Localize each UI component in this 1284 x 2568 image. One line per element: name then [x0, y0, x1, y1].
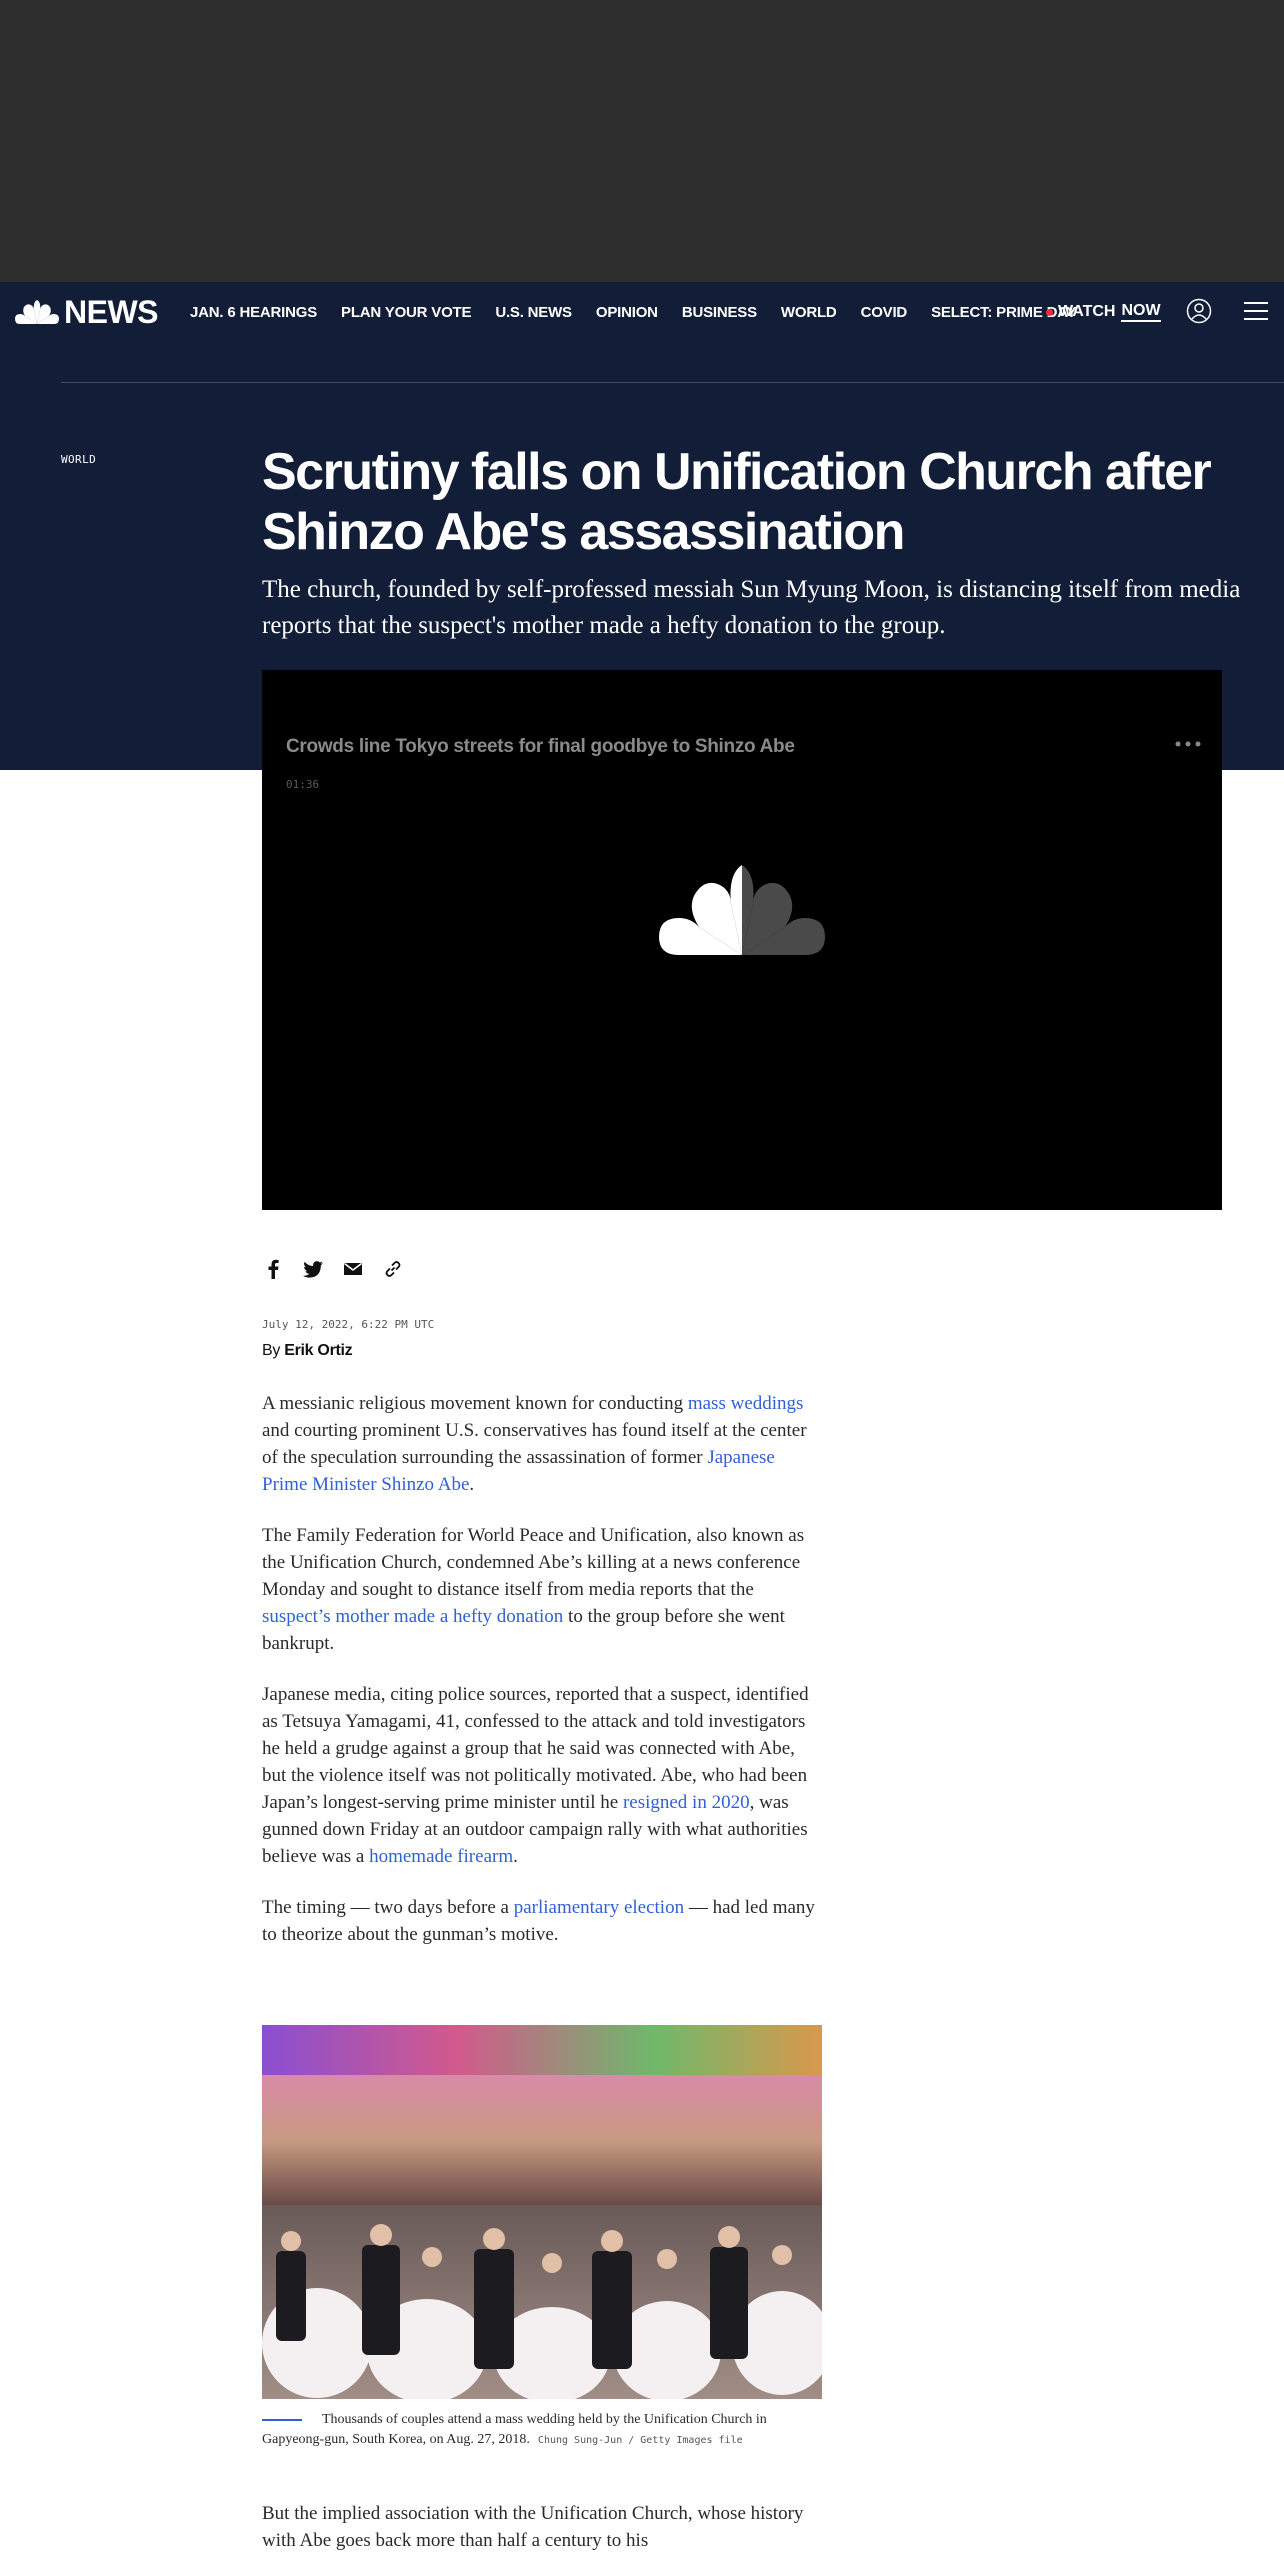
nav-link-business[interactable]: BUSINESS: [682, 304, 757, 321]
byline-prefix: By: [262, 1342, 281, 1359]
photo-credit: Chung Sung-Jun / Getty Images file: [537, 2435, 743, 2446]
nav-link-world[interactable]: WORLD: [781, 304, 837, 321]
article-body: A messianic religious movement known for…: [262, 1390, 822, 1972]
paragraph-text: .: [513, 1846, 518, 1867]
header-divider: [61, 382, 1284, 383]
live-dot-icon: [1046, 308, 1053, 316]
paragraph-1: A messianic religious movement known for…: [262, 1390, 822, 1498]
caption-rule: [262, 2418, 302, 2421]
watch-now-button[interactable]: WATCH NOW: [1046, 282, 1161, 342]
top-navigation: NEWS JAN. 6 HEARINGS PLAN YOUR VOTE U.S.…: [0, 282, 1284, 342]
nav-link-us-news[interactable]: U.S. NEWS: [495, 304, 572, 321]
video-duration: 01:36: [286, 778, 320, 791]
article-date: July 12, 2022, 6:22 PM UTC: [262, 1318, 435, 1331]
article-headline: Scrutiny falls on Unification Church aft…: [262, 443, 1212, 561]
video-player[interactable]: Crowds line Tokyo streets for final good…: [262, 670, 1222, 1210]
link-resigned-2020[interactable]: resigned in 2020: [623, 1792, 750, 1813]
nav-link-opinion[interactable]: OPINION: [596, 304, 658, 321]
nav-link-covid[interactable]: COVID: [861, 304, 908, 321]
photo-caption: Thousands of couples attend a mass weddi…: [262, 2410, 822, 2451]
section-label[interactable]: WORLD: [61, 453, 96, 466]
paragraph-text: The timing — two days before a: [262, 1897, 514, 1918]
copy-link-icon[interactable]: [382, 1258, 404, 1280]
more-options-icon[interactable]: [1174, 740, 1202, 748]
paragraph-5: But the implied association with the Uni…: [262, 2503, 804, 2551]
article-dek: The church, founded by self-professed me…: [262, 576, 1241, 639]
nav-link-jan6-hearings[interactable]: JAN. 6 HEARINGS: [190, 304, 317, 321]
article-body-continued: But the implied association with the Uni…: [262, 2500, 822, 2554]
author-name[interactable]: Erik Ortiz: [284, 1342, 352, 1359]
nav-link-plan-your-vote[interactable]: PLAN YOUR VOTE: [341, 304, 471, 321]
paragraph-2: The Family Federation for World Peace an…: [262, 1522, 822, 1657]
paragraph-4: The timing — two days before a parliamen…: [262, 1894, 822, 1948]
link-hefty-donation[interactable]: suspect’s mother made a hefty donation: [262, 1606, 563, 1627]
nbc-news-logo[interactable]: NEWS: [14, 294, 159, 330]
link-parliamentary-election[interactable]: parliamentary election: [514, 1897, 684, 1918]
hamburger-menu-icon[interactable]: [1243, 299, 1269, 323]
facebook-icon[interactable]: [262, 1258, 284, 1280]
watch-now-label: NOW: [1121, 302, 1161, 322]
user-account-icon[interactable]: [1186, 298, 1212, 324]
paragraph-text: The Family Federation for World Peace an…: [262, 1525, 805, 1600]
video-title: Crowds line Tokyo streets for final good…: [286, 736, 795, 757]
paragraph-text: A messianic religious movement known for…: [262, 1393, 688, 1414]
paragraph-3: Japanese media, citing police sources, r…: [262, 1681, 822, 1870]
mass-wedding-photo: [262, 2025, 822, 2399]
email-icon[interactable]: [342, 1258, 364, 1280]
twitter-icon[interactable]: [302, 1258, 324, 1280]
article-photo[interactable]: [262, 2025, 822, 2399]
nav-links: JAN. 6 HEARINGS PLAN YOUR VOTE U.S. NEWS…: [190, 282, 1100, 342]
article-byline: By Erik Ortiz: [262, 1342, 353, 1360]
share-bar: [262, 1258, 422, 1280]
peacock-icon: [15, 300, 59, 324]
logo-text: NEWS: [64, 294, 159, 330]
paragraph-text: .: [469, 1474, 475, 1495]
watch-label: WATCH: [1058, 303, 1116, 320]
advertisement-slot: [0, 0, 1284, 282]
link-mass-weddings[interactable]: mass weddings: [688, 1393, 804, 1414]
nbc-peacock-icon: [659, 865, 825, 955]
link-homemade-firearm[interactable]: homemade firearm: [369, 1846, 513, 1867]
